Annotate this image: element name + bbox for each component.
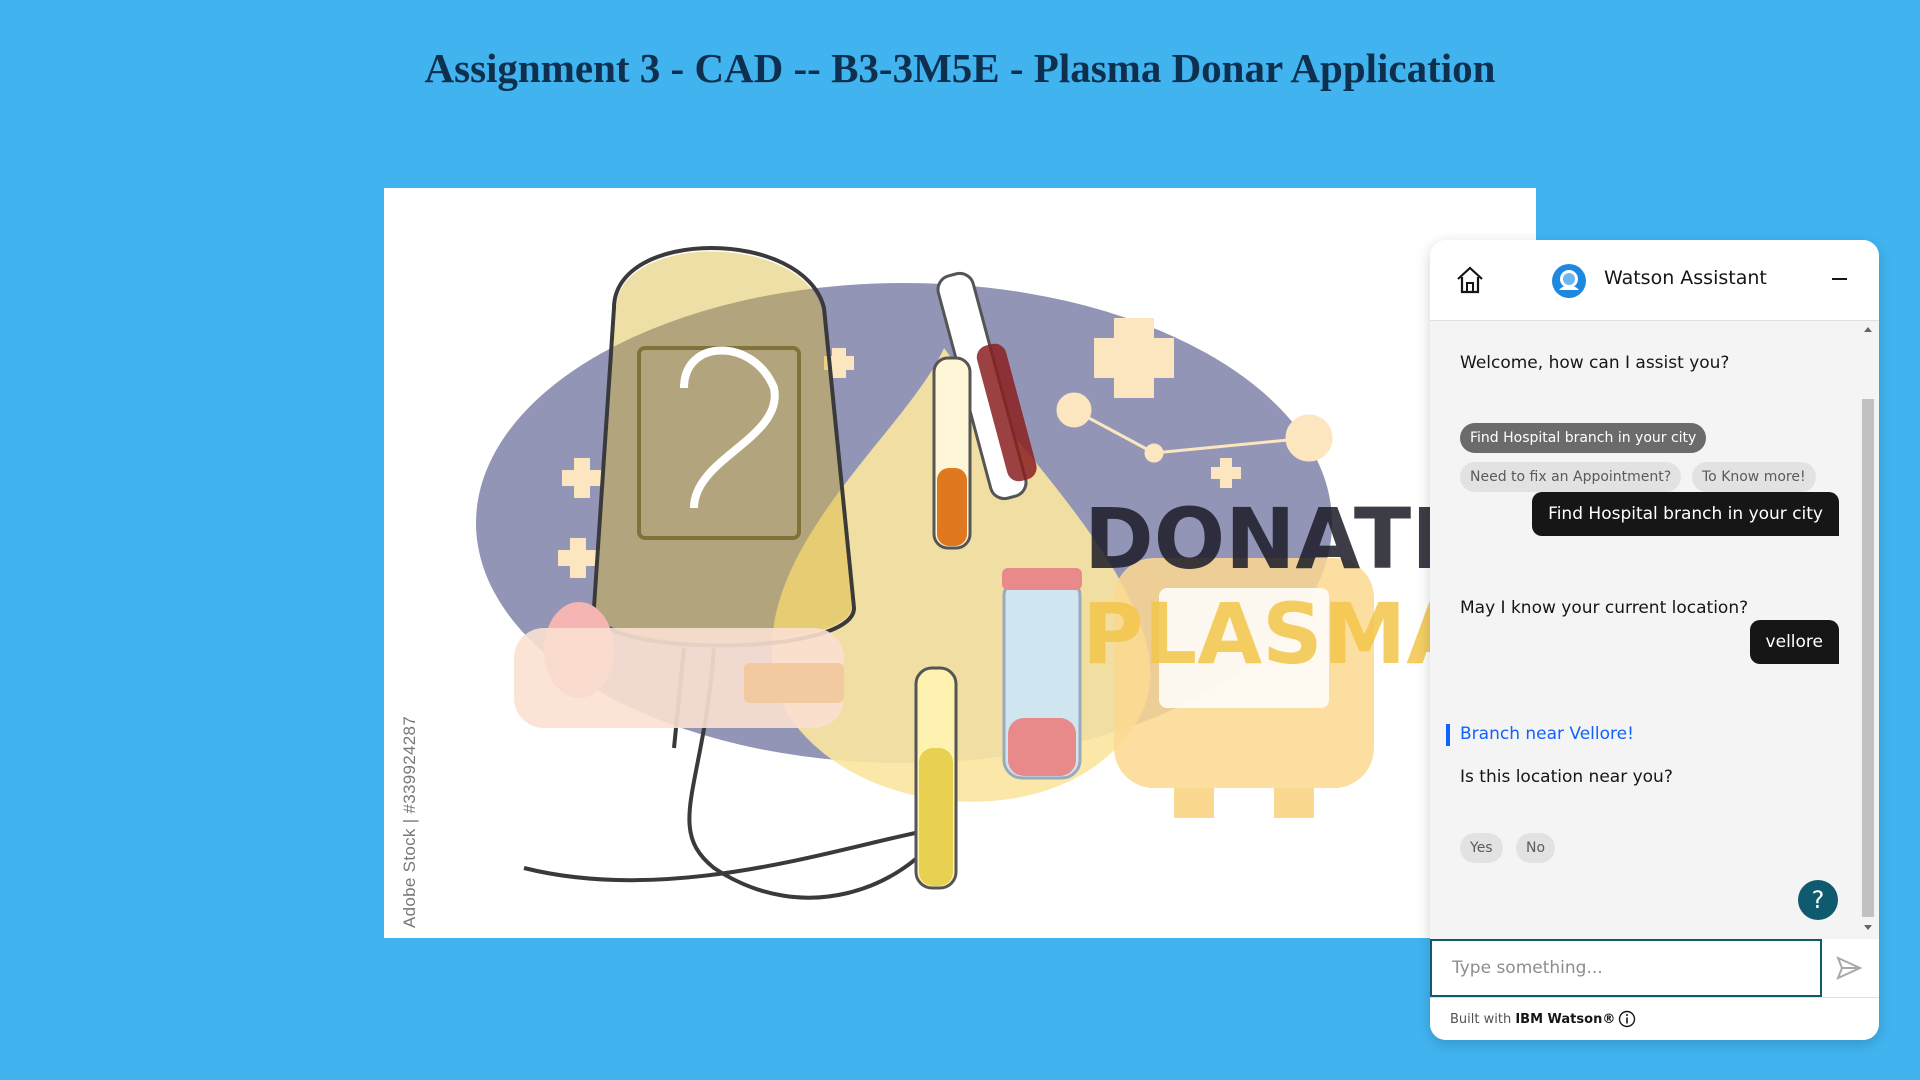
option-find-hospital[interactable]: Find Hospital branch in your city — [1460, 423, 1707, 453]
stock-watermark: Adobe Stock | #339924287 — [400, 715, 419, 928]
branch-link[interactable]: Branch near Vellore! — [1460, 724, 1634, 744]
donate-text: DONATE — [1084, 490, 1469, 588]
footer-credit: Built with IBM Watson® — [1450, 1012, 1616, 1027]
send-icon[interactable] — [1835, 955, 1863, 981]
link-accent-bar — [1446, 724, 1450, 746]
scrollbar-thumb[interactable] — [1862, 399, 1874, 917]
user-message: Find Hospital branch in your city — [1532, 492, 1839, 536]
bot-message-welcome: Welcome, how can I assist you? — [1460, 353, 1730, 373]
chat-footer: Built with IBM Watson® — [1430, 997, 1879, 1040]
info-icon[interactable] — [1618, 1010, 1636, 1028]
bot-message-confirm: Is this location near you? — [1460, 767, 1673, 787]
watson-chat-widget: Watson Assistant Welcome, how can I assi… — [1430, 240, 1879, 1040]
hero-illustration: DONATE PLASMA Adobe Stock | #339924287 — [384, 188, 1536, 938]
watson-avatar-icon — [1552, 264, 1586, 298]
scroll-up-icon[interactable] — [1864, 327, 1872, 332]
chat-transcript[interactable]: Welcome, how can I assist you? Find Hosp… — [1430, 321, 1879, 939]
option-know-more[interactable]: To Know more! — [1692, 462, 1816, 492]
plasma-illustration: DONATE PLASMA — [476, 246, 1471, 900]
home-icon[interactable] — [1454, 264, 1486, 296]
user-message: vellore — [1749, 620, 1839, 664]
plasma-text: PLASMA — [1082, 585, 1471, 683]
chat-header: Watson Assistant — [1430, 240, 1879, 321]
minimize-icon[interactable] — [1832, 278, 1847, 280]
help-icon[interactable]: ? — [1798, 880, 1838, 920]
page-title: Assignment 3 - CAD -- B3-3M5E - Plasma D… — [424, 45, 1496, 91]
option-no[interactable]: No — [1516, 833, 1556, 863]
chat-header-title: Watson Assistant — [1604, 267, 1767, 289]
bot-message-location: May I know your current location? — [1460, 598, 1749, 618]
option-yes[interactable]: Yes — [1460, 833, 1503, 863]
chat-input-area — [1430, 939, 1879, 997]
chat-input[interactable] — [1430, 939, 1822, 997]
option-fix-appointment[interactable]: Need to fix an Appointment? — [1460, 462, 1682, 492]
scroll-down-icon[interactable] — [1864, 925, 1872, 930]
